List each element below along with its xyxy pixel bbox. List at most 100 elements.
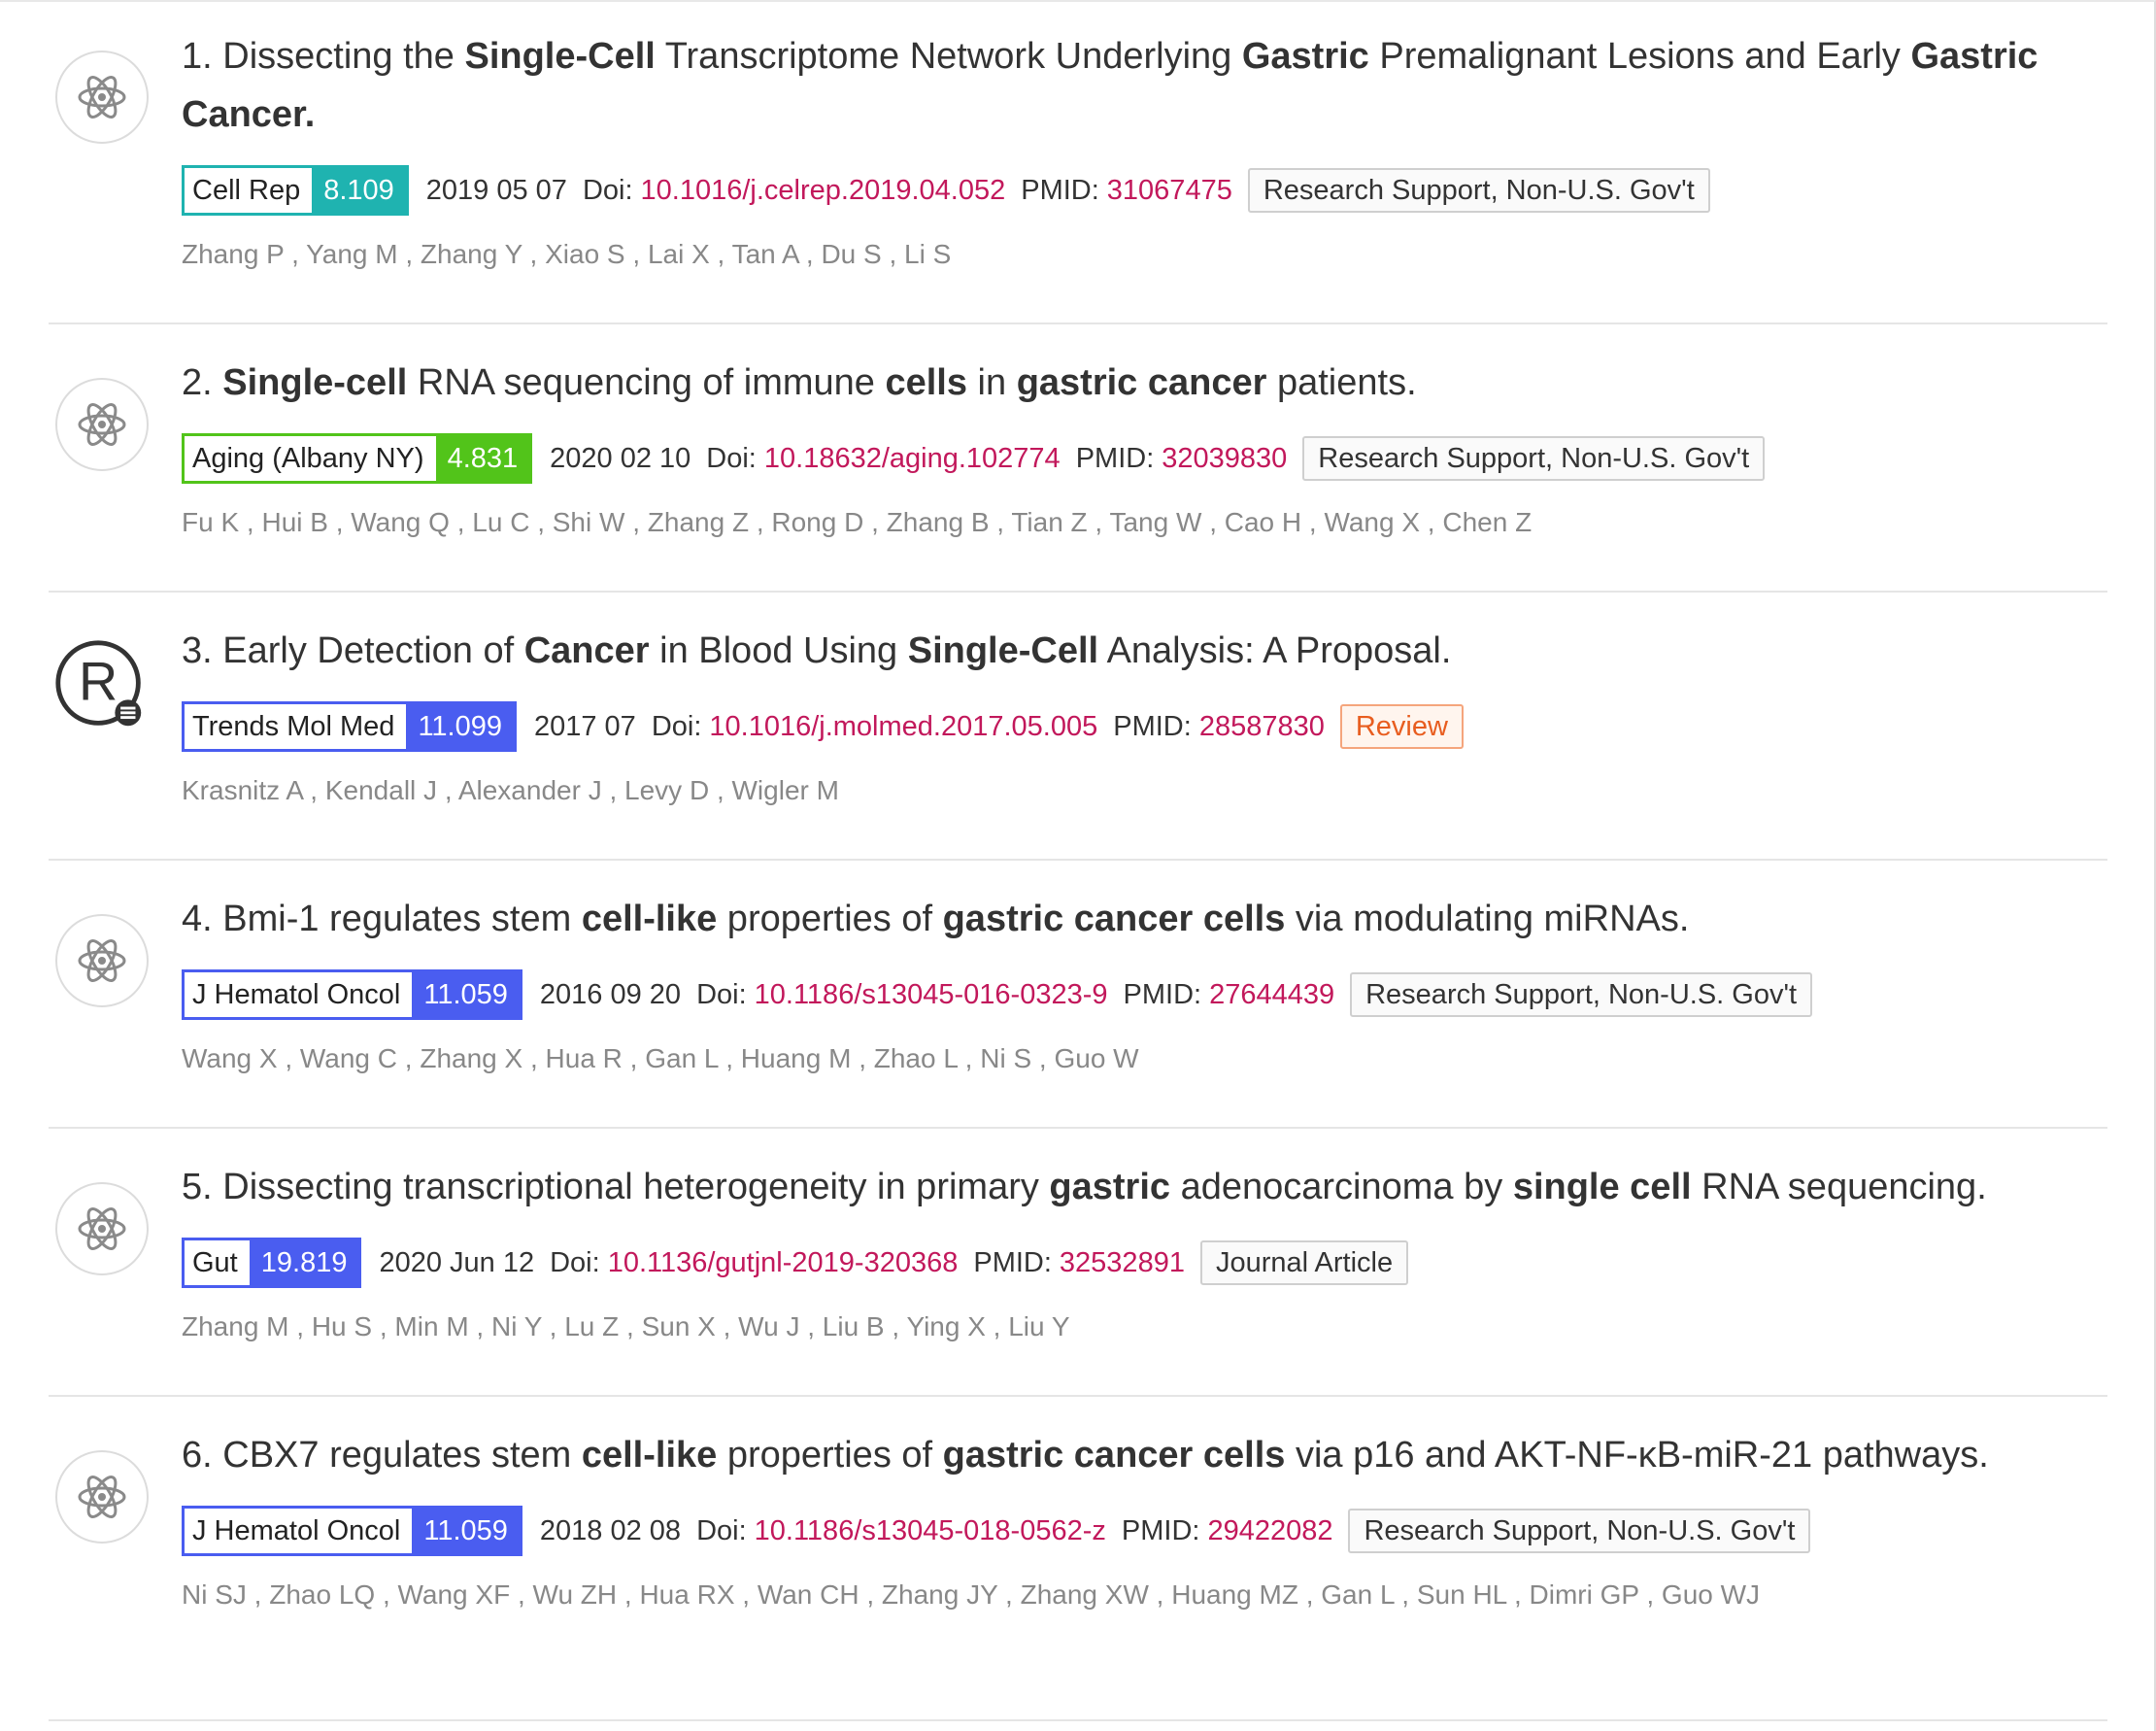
publication-type-tag: Research Support, Non-U.S. Gov't (1350, 972, 1813, 1017)
journal-badge[interactable]: Trends Mol Med 11.099 (182, 701, 517, 752)
doi-label: Doi: (706, 442, 757, 474)
article-content: 1. Dissecting the Single-Cell Transcript… (182, 27, 2107, 270)
publication-date: 2017 07 (533, 710, 636, 742)
pmid-label: PMID: (973, 1246, 1052, 1278)
impact-factor: 8.109 (312, 168, 406, 213)
pmid-label: PMID: (1075, 442, 1155, 474)
publication-date: 2019 05 07 (425, 174, 567, 206)
article-item: 5. Dissecting transcriptional heterogene… (49, 1129, 2107, 1397)
pmid-link[interactable]: 28587830 (1199, 711, 1325, 743)
doi-link[interactable]: 10.1016/j.celrep.2019.04.052 (641, 175, 1006, 207)
article-number: 2. (182, 362, 223, 403)
doi-label: Doi: (550, 1246, 600, 1278)
doi-label: Doi: (696, 978, 747, 1010)
article-title-text[interactable]: Dissecting transcriptional heterogeneity… (222, 1167, 1987, 1207)
article-meta: Trends Mol Med 11.099 2017 07 Doi: 10.10… (182, 699, 2107, 754)
article-title[interactable]: 6. CBX7 regulates stem cell-like propert… (182, 1426, 2107, 1484)
journal-name[interactable]: Gut (185, 1240, 250, 1285)
doi-label: Doi: (696, 1514, 747, 1546)
article-title-text[interactable]: CBX7 regulates stem cell-like properties… (222, 1435, 1989, 1476)
article-content: 6. CBX7 regulates stem cell-like propert… (182, 1426, 2107, 1611)
journal-name[interactable]: Trends Mol Med (185, 704, 407, 749)
doi-link[interactable]: 10.1186/s13045-016-0323-9 (755, 979, 1108, 1011)
impact-factor: 11.099 (406, 704, 514, 749)
atom-icon (55, 378, 149, 471)
search-results-page: 1. Dissecting the Single-Cell Transcript… (0, 0, 2156, 1731)
article-title[interactable]: 2. Single-cell RNA sequencing of immune … (182, 354, 2107, 412)
doi-link[interactable]: 10.1186/s13045-018-0562-z (755, 1515, 1106, 1547)
article-content: 4. Bmi-1 regulates stem cell-like proper… (182, 890, 2107, 1074)
article-meta: Gut 19.819 2020 Jun 12 Doi: 10.1136/gutj… (182, 1236, 2107, 1290)
article-item: 2. Single-cell RNA sequencing of immune … (49, 324, 2107, 593)
article-content: 2. Single-cell RNA sequencing of immune … (182, 354, 2107, 538)
article-title[interactable]: 4. Bmi-1 regulates stem cell-like proper… (182, 890, 2107, 948)
article-authors: Krasnitz A , Kendall J , Alexander J , L… (182, 775, 839, 805)
article-title-text[interactable]: Single-cell RNA sequencing of immune cel… (222, 362, 1416, 403)
review-icon: R (53, 638, 147, 731)
publication-type-tag: Review (1339, 704, 1464, 749)
doi-label: Doi: (651, 710, 702, 742)
article-content: 5. Dissecting transcriptional heterogene… (182, 1158, 2107, 1342)
article-number: 4. (182, 899, 223, 939)
doi-link[interactable]: 10.1136/gutjnl-2019-320368 (608, 1247, 959, 1279)
doi-link[interactable]: 10.18632/aging.102774 (764, 443, 1061, 475)
article-number: 1. (182, 36, 223, 77)
article-title-text[interactable]: Bmi-1 regulates stem cell-like propertie… (222, 899, 1689, 939)
article-meta: Aging (Albany NY) 4.831 2020 02 10 Doi: … (182, 431, 2107, 486)
publication-date: 2016 09 20 (539, 978, 682, 1010)
atom-icon (55, 914, 149, 1007)
pmid-label: PMID: (1121, 1514, 1200, 1546)
article-authors: Zhang M , Hu S , Min M , Ni Y , Lu Z , S… (182, 1311, 1070, 1341)
impact-factor: 11.059 (412, 972, 520, 1017)
impact-factor: 4.831 (435, 436, 530, 481)
article-title[interactable]: 3. Early Detection of Cancer in Blood Us… (182, 622, 2107, 680)
pmid-link[interactable]: 32039830 (1162, 443, 1287, 475)
article-authors: Zhang P , Yang M , Zhang Y , Xiao S , La… (182, 239, 952, 269)
article-title-text[interactable]: Dissecting the Single-Cell Transcriptome… (182, 36, 2038, 135)
article-number: 5. (182, 1167, 223, 1207)
doi-label: Doi: (582, 174, 633, 206)
journal-name[interactable]: J Hematol Oncol (185, 972, 413, 1017)
atom-icon (55, 1450, 149, 1544)
journal-name[interactable]: J Hematol Oncol (185, 1509, 413, 1553)
article-item: 4. Bmi-1 regulates stem cell-like proper… (49, 861, 2107, 1129)
article-item: R 3. Early Detection of Cancer in Blood … (49, 593, 2107, 861)
article-content: 3. Early Detection of Cancer in Blood Us… (182, 622, 2107, 806)
journal-badge[interactable]: Aging (Albany NY) 4.831 (182, 433, 533, 484)
article-item: 1. Dissecting the Single-Cell Transcript… (49, 2, 2107, 324)
journal-badge[interactable]: J Hematol Oncol 11.059 (182, 969, 522, 1020)
pmid-link[interactable]: 32532891 (1060, 1247, 1185, 1279)
atom-icon (55, 51, 149, 144)
article-authors: Fu K , Hui B , Wang Q , Lu C , Shi W , Z… (182, 507, 1533, 537)
pmid-link[interactable]: 29422082 (1207, 1515, 1332, 1547)
publication-type-tag: Research Support, Non-U.S. Gov't (1348, 1509, 1811, 1553)
publication-date: 2018 02 08 (539, 1514, 682, 1546)
publication-type-tag: Research Support, Non-U.S. Gov't (1247, 168, 1710, 213)
article-title-text[interactable]: Early Detection of Cancer in Blood Using… (222, 630, 1451, 671)
doi-link[interactable]: 10.1016/j.molmed.2017.05.005 (709, 711, 1097, 743)
pmid-link[interactable]: 27644439 (1209, 979, 1334, 1011)
impact-factor: 19.819 (249, 1240, 359, 1285)
svg-text:R: R (79, 651, 118, 711)
article-meta: Cell Rep 8.109 2019 05 07 Doi: 10.1016/j… (182, 163, 2107, 218)
atom-icon (55, 1182, 149, 1275)
article-authors: Ni SJ , Zhao LQ , Wang XF , Wu ZH , Hua … (182, 1579, 1761, 1610)
article-title[interactable]: 5. Dissecting transcriptional heterogene… (182, 1158, 2107, 1216)
article-list: 1. Dissecting the Single-Cell Transcript… (49, 2, 2107, 1721)
journal-badge[interactable]: Cell Rep 8.109 (182, 165, 409, 216)
publication-date: 2020 02 10 (550, 442, 691, 474)
pmid-label: PMID: (1123, 978, 1202, 1010)
article-meta: J Hematol Oncol 11.059 2016 09 20 Doi: 1… (182, 967, 2107, 1022)
article-item: 6. CBX7 regulates stem cell-like propert… (49, 1397, 2107, 1721)
article-number: 3. (182, 630, 223, 671)
pmid-link[interactable]: 31067475 (1107, 175, 1232, 207)
publication-type-tag: Journal Article (1199, 1240, 1409, 1285)
article-number: 6. (182, 1435, 223, 1476)
journal-name[interactable]: Cell Rep (185, 168, 313, 213)
journal-name[interactable]: Aging (Albany NY) (185, 436, 436, 481)
article-title[interactable]: 1. Dissecting the Single-Cell Transcript… (182, 27, 2107, 144)
pmid-label: PMID: (1021, 174, 1099, 206)
journal-badge[interactable]: Gut 19.819 (182, 1238, 362, 1288)
impact-factor: 11.059 (412, 1509, 520, 1553)
journal-badge[interactable]: J Hematol Oncol 11.059 (182, 1506, 522, 1556)
